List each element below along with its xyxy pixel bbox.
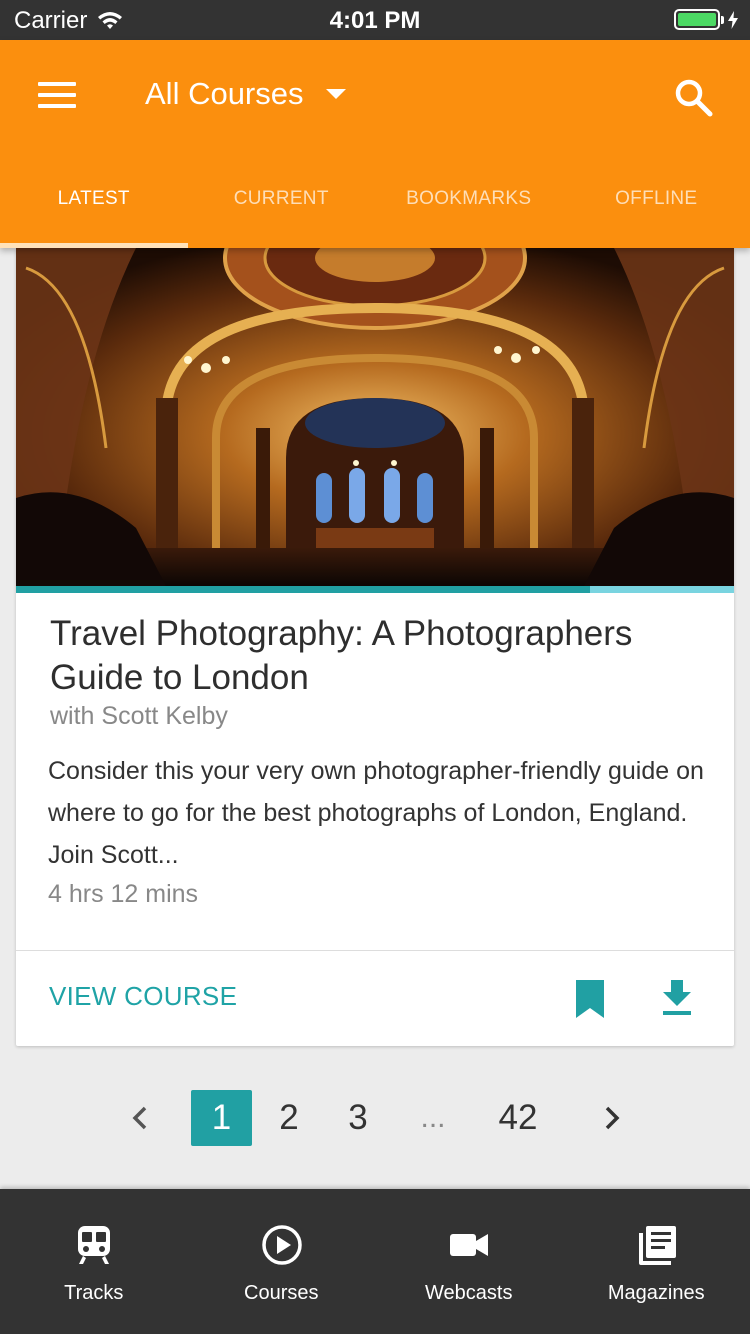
magazine-icon bbox=[638, 1226, 676, 1265]
chevron-right-icon[interactable] bbox=[600, 1100, 624, 1136]
battery-icon bbox=[674, 9, 738, 30]
charging-bolt-icon bbox=[728, 10, 738, 29]
download-icon[interactable] bbox=[661, 980, 693, 1016]
pagination: 1 2 3 ... 42 bbox=[0, 1090, 750, 1146]
course-progress-bar bbox=[16, 586, 734, 593]
page-button-2[interactable]: 2 bbox=[264, 1090, 314, 1146]
nav-courses[interactable]: Courses bbox=[188, 1189, 376, 1334]
course-progress-fill bbox=[16, 586, 591, 593]
header-title: All Courses bbox=[145, 76, 304, 111]
play-circle-icon bbox=[261, 1225, 302, 1265]
status-time: 4:01 PM bbox=[329, 7, 421, 34]
train-icon bbox=[78, 1226, 110, 1264]
course-card: Travel Photography: A Photographers Guid… bbox=[16, 248, 734, 1046]
course-duration: 4 hrs 12 mins bbox=[48, 880, 199, 908]
nav-tracks[interactable]: Tracks bbox=[0, 1189, 188, 1334]
nav-magazines[interactable]: Magazines bbox=[563, 1189, 750, 1334]
course-description: Consider this your very own photographer… bbox=[48, 757, 704, 869]
tab-bar: LATEST CURRENT BOOKMARKS OFFLINE bbox=[0, 180, 750, 248]
page-button-1[interactable]: 1 bbox=[191, 1090, 252, 1146]
bookmark-icon[interactable] bbox=[576, 980, 604, 1018]
caret-down-icon bbox=[325, 89, 346, 99]
view-course-button[interactable]: VIEW COURSE bbox=[49, 981, 237, 1012]
course-thumbnail[interactable] bbox=[16, 248, 734, 586]
hamburger-menu-icon[interactable] bbox=[38, 82, 76, 112]
nav-label-webcasts: Webcasts bbox=[425, 1282, 513, 1304]
battery-fill bbox=[678, 13, 716, 26]
video-camera-icon bbox=[450, 1234, 488, 1256]
page-ellipsis: ... bbox=[420, 1101, 446, 1134]
course-author: with Scott Kelby bbox=[50, 702, 228, 730]
app-header: All Courses LATEST CURRENT BOOKMARKS OFF… bbox=[0, 40, 750, 248]
battery-tip bbox=[721, 15, 724, 24]
chevron-left-icon[interactable] bbox=[128, 1100, 152, 1136]
tab-current[interactable]: CURRENT bbox=[188, 180, 376, 248]
tab-latest[interactable]: LATEST bbox=[0, 180, 188, 248]
course-filter-dropdown[interactable]: All Courses bbox=[145, 76, 346, 112]
status-bar: Carrier 4:01 PM bbox=[0, 0, 750, 40]
cathedral-interior-image bbox=[16, 248, 734, 586]
page-button-last[interactable]: 42 bbox=[483, 1090, 553, 1146]
bottom-nav: Tracks Courses Webcasts Magazines bbox=[0, 1189, 750, 1334]
nav-label-tracks: Tracks bbox=[64, 1282, 124, 1304]
course-title[interactable]: Travel Photography: A Photographers Guid… bbox=[50, 612, 710, 700]
battery-body bbox=[674, 9, 720, 30]
nav-label-magazines: Magazines bbox=[607, 1282, 705, 1304]
nav-label-courses: Courses bbox=[244, 1282, 319, 1304]
page-button-3[interactable]: 3 bbox=[333, 1090, 383, 1146]
tab-bookmarks[interactable]: BOOKMARKS bbox=[375, 180, 563, 248]
nav-webcasts[interactable]: Webcasts bbox=[375, 1189, 563, 1334]
tab-offline[interactable]: OFFLINE bbox=[563, 180, 750, 248]
card-divider bbox=[16, 950, 734, 951]
search-icon[interactable] bbox=[674, 78, 714, 118]
